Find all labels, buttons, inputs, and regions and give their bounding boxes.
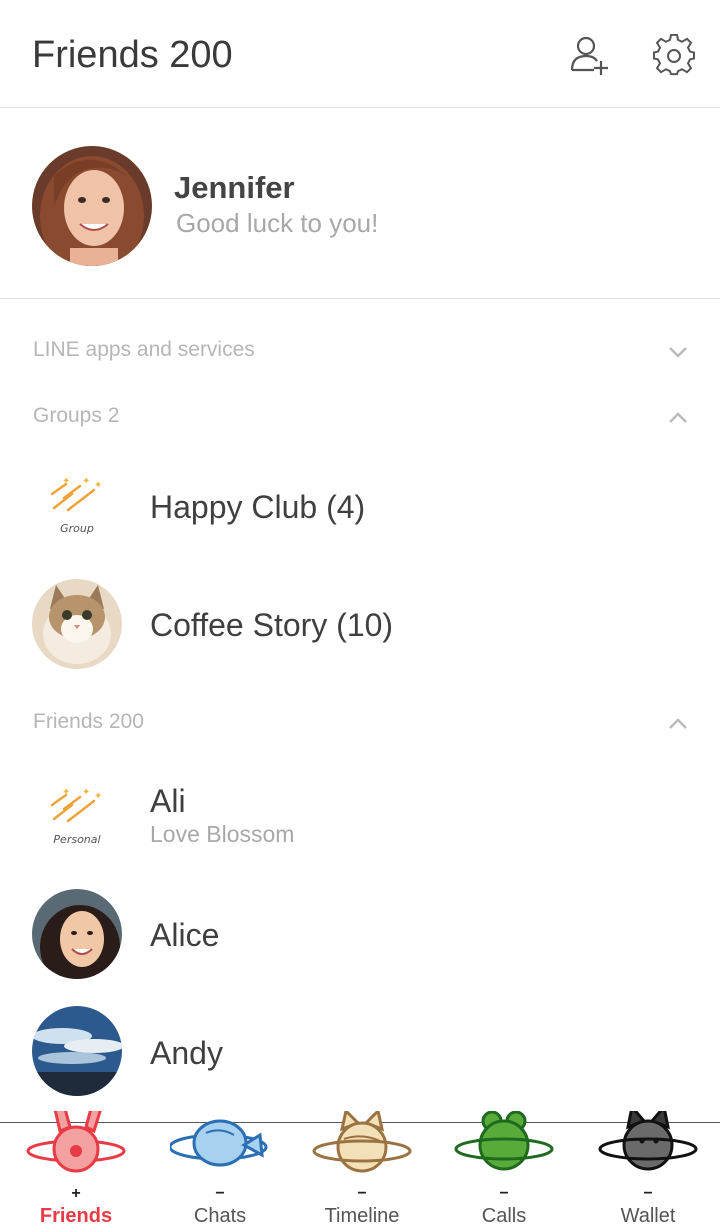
black-cat-planet-icon bbox=[598, 1111, 698, 1171]
bunny-planet-icon bbox=[26, 1111, 126, 1173]
tab-mark: − bbox=[357, 1185, 367, 1202]
my-profile[interactable]: Jennifer Good luck to you! bbox=[0, 108, 720, 299]
friend-name: Andy bbox=[150, 1035, 223, 1071]
add-friend-icon[interactable] bbox=[568, 34, 612, 78]
tab-label: Chats bbox=[193, 1205, 247, 1227]
page-title: Friends 200 bbox=[32, 34, 233, 76]
header-bar: Friends 200 bbox=[0, 0, 720, 108]
woman-avatar bbox=[32, 889, 122, 979]
profile-status: Good luck to you! bbox=[176, 208, 379, 238]
group-default-avatar: ✦ ✦ ✦ Group bbox=[32, 462, 122, 552]
svg-text:✦: ✦ bbox=[82, 787, 90, 798]
sky-avatar bbox=[32, 1006, 122, 1096]
tab-mark: − bbox=[499, 1185, 509, 1202]
tab-calls[interactable]: − Calls bbox=[432, 1111, 576, 1232]
whale-planet-icon bbox=[170, 1119, 268, 1167]
group-name: Happy Club (4) bbox=[150, 489, 366, 525]
frog-planet-icon bbox=[454, 1111, 554, 1171]
tab-friends[interactable]: + Friends bbox=[4, 1111, 148, 1232]
tab-label: Timeline bbox=[324, 1205, 400, 1227]
personal-avatar-caption: Personal bbox=[53, 833, 100, 846]
tab-wallet[interactable]: − Wallet bbox=[576, 1111, 720, 1232]
tab-mark: − bbox=[643, 1185, 653, 1202]
tab-label: Wallet bbox=[620, 1205, 676, 1227]
svg-text:✦: ✦ bbox=[94, 791, 102, 802]
tab-mark: − bbox=[215, 1185, 225, 1202]
tab-mark: + bbox=[71, 1185, 81, 1202]
chevron-down-icon[interactable] bbox=[666, 340, 690, 364]
friend-name: Alice bbox=[150, 917, 220, 953]
profile-avatar bbox=[32, 146, 152, 266]
svg-text:✦: ✦ bbox=[62, 476, 70, 487]
tab-chats[interactable]: − Chats bbox=[148, 1119, 292, 1232]
group-name: Coffee Story (10) bbox=[150, 607, 394, 643]
profile-name: Jennifer bbox=[174, 170, 295, 205]
section-friends-label[interactable]: Friends 200 bbox=[33, 710, 144, 734]
tab-timeline[interactable]: − Timeline bbox=[290, 1111, 434, 1232]
personal-default-avatar: ✦ ✦ ✦ Personal bbox=[32, 773, 122, 863]
friend-status: Love Blossom bbox=[150, 821, 295, 847]
group-avatar-caption: Group bbox=[60, 522, 94, 535]
cat-planet-icon bbox=[312, 1111, 412, 1173]
gear-icon[interactable] bbox=[652, 34, 696, 78]
svg-text:✦: ✦ bbox=[82, 476, 90, 487]
bottom-tab-bar: + Friends − Chats − Timeline − Calls − W… bbox=[0, 1111, 720, 1232]
tab-label: Friends bbox=[39, 1205, 113, 1227]
svg-text:✦: ✦ bbox=[94, 480, 102, 491]
section-apps-label[interactable]: LINE apps and services bbox=[33, 338, 255, 362]
chevron-up-icon[interactable] bbox=[666, 712, 690, 736]
svg-text:✦: ✦ bbox=[62, 787, 70, 798]
chevron-up-icon[interactable] bbox=[666, 406, 690, 430]
tab-label: Calls bbox=[481, 1205, 527, 1227]
cat-avatar bbox=[32, 579, 122, 669]
section-groups-label[interactable]: Groups 2 bbox=[33, 404, 119, 428]
friend-name: Ali bbox=[150, 783, 186, 819]
